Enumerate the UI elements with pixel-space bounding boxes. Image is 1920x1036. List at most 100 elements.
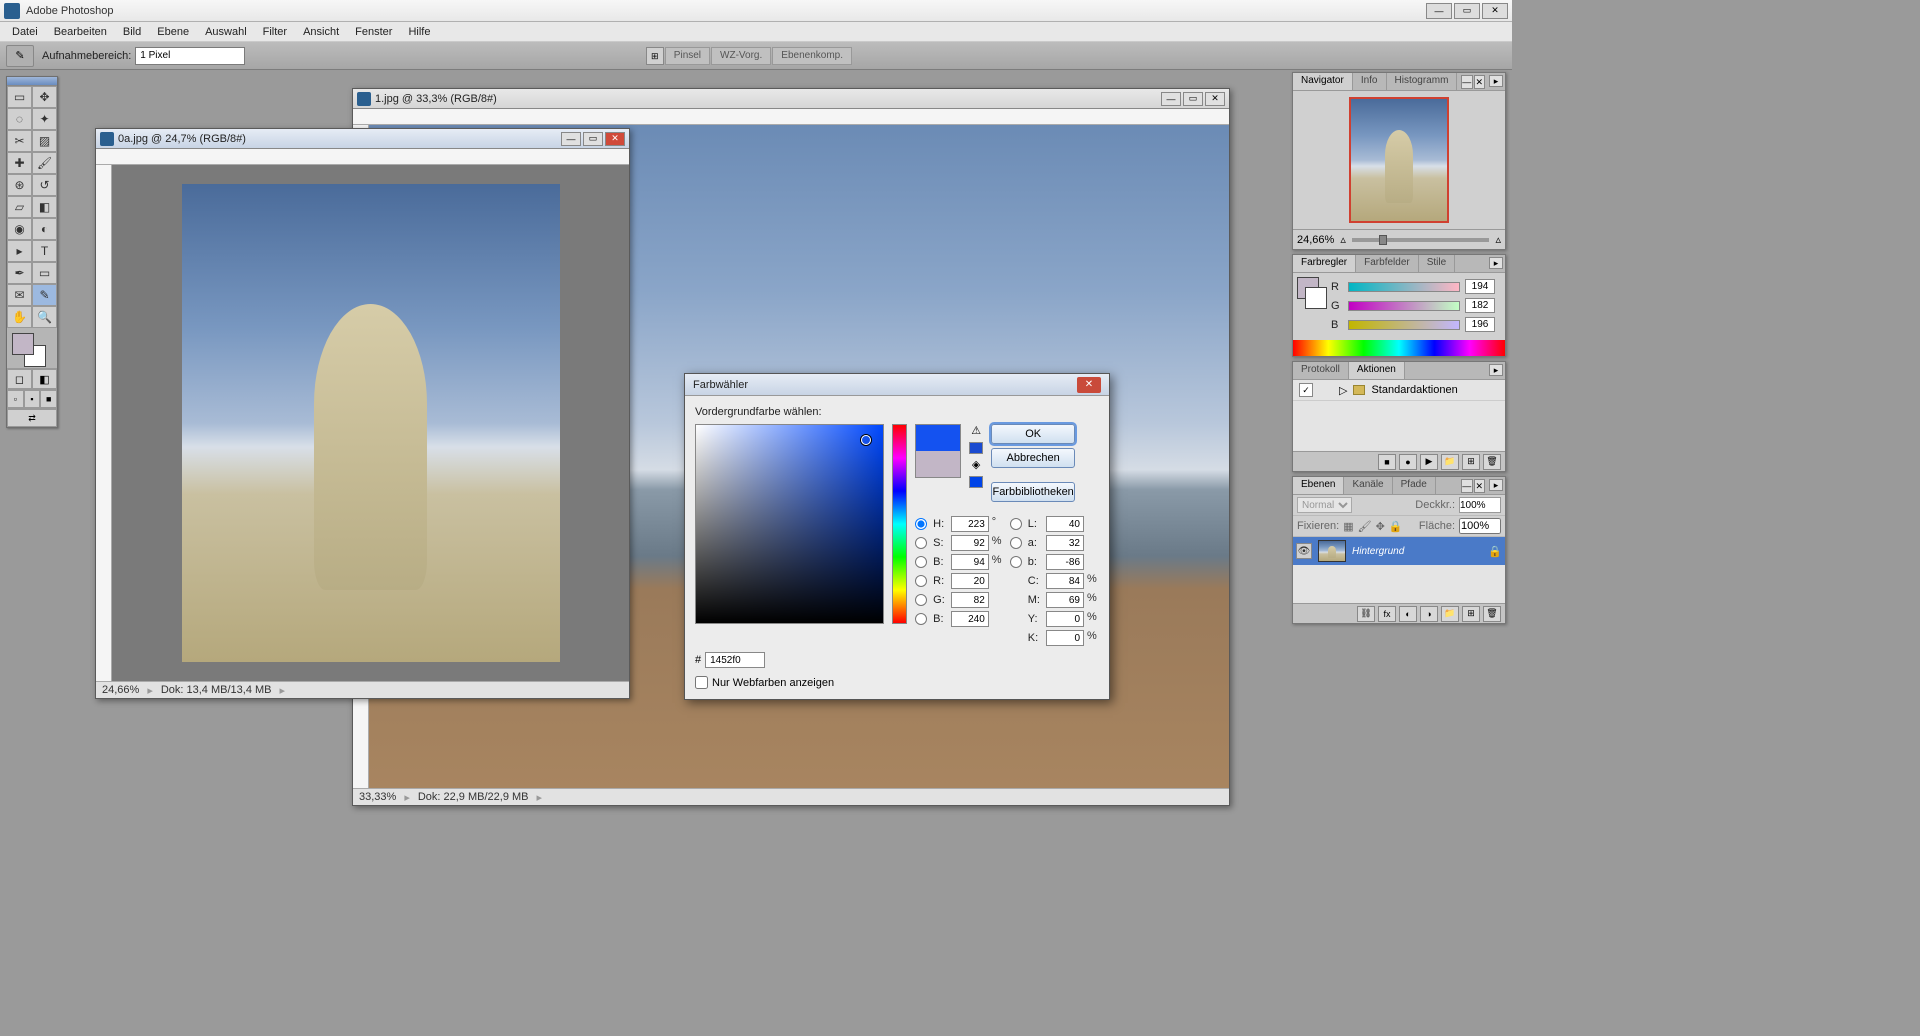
- saturation-value-field[interactable]: [695, 424, 884, 624]
- new-color-swatch[interactable]: [916, 425, 960, 451]
- jump-to-imageready[interactable]: ⇄: [7, 409, 57, 427]
- close-button[interactable]: ✕: [1482, 3, 1508, 19]
- standard-mode-button[interactable]: ◻: [7, 369, 32, 389]
- hue-cursor[interactable]: [889, 503, 913, 511]
- slider-thumb[interactable]: [1379, 235, 1387, 245]
- lab-l-radio[interactable]: [1010, 518, 1022, 530]
- menu-bearbeiten[interactable]: Bearbeiten: [46, 24, 115, 40]
- panel-menu-button[interactable]: ▸: [1489, 364, 1503, 376]
- panel-menu-button[interactable]: ▸: [1489, 479, 1503, 491]
- panel-menu-button[interactable]: ▸: [1489, 257, 1503, 269]
- stop-button[interactable]: ■: [1378, 454, 1396, 470]
- satval-cursor[interactable]: [861, 435, 871, 445]
- zoom-out-icon[interactable]: ▵: [1340, 233, 1346, 246]
- navigator-thumbnail[interactable]: [1349, 97, 1449, 223]
- shape-tool[interactable]: ▭: [32, 262, 57, 284]
- tab-farbregler[interactable]: Farbregler: [1293, 255, 1356, 272]
- zoom-tool[interactable]: 🔍: [32, 306, 57, 328]
- panel-close-button[interactable]: ✕: [1474, 479, 1486, 493]
- tab-pfade[interactable]: Pfade: [1393, 477, 1436, 494]
- well-toggle-icon[interactable]: ⊞: [646, 47, 664, 65]
- menu-filter[interactable]: Filter: [255, 24, 295, 40]
- cancel-button[interactable]: Abbrechen: [991, 448, 1075, 468]
- blur-tool[interactable]: ◉: [7, 218, 32, 240]
- heal-tool[interactable]: ✚: [7, 152, 32, 174]
- ruler-vertical[interactable]: [96, 165, 112, 681]
- eyedropper-tool[interactable]: ✎: [32, 284, 57, 306]
- hand-tool[interactable]: ✋: [7, 306, 32, 328]
- lock-all-icon[interactable]: 🔒: [1389, 520, 1403, 533]
- stamp-tool[interactable]: ⊛: [7, 174, 32, 196]
- new-action-button[interactable]: ⊞: [1462, 454, 1480, 470]
- r-input[interactable]: [951, 573, 989, 589]
- tab-info[interactable]: Info: [1353, 73, 1387, 90]
- hue-slider[interactable]: [892, 424, 907, 624]
- tab-ebenen[interactable]: Ebenen: [1293, 477, 1344, 494]
- document-titlebar-main[interactable]: 1.jpg @ 33,3% (RGB/8#) — ▭ ✕: [353, 89, 1229, 109]
- hsb-b-radio[interactable]: [915, 556, 927, 568]
- gamut-color-swatch[interactable]: [969, 442, 983, 454]
- well-tab-pinsel[interactable]: Pinsel: [665, 47, 710, 65]
- ruler-horizontal[interactable]: [353, 109, 1229, 125]
- menu-hilfe[interactable]: Hilfe: [400, 24, 438, 40]
- g-input[interactable]: [951, 592, 989, 608]
- path-tool[interactable]: ▸: [7, 240, 32, 262]
- lab-a-radio[interactable]: [1010, 537, 1022, 549]
- b-value[interactable]: 196: [1465, 317, 1495, 332]
- a-input[interactable]: [1046, 535, 1084, 551]
- rgb-r-radio[interactable]: [915, 575, 927, 587]
- screen-full-menus[interactable]: ▪: [24, 390, 41, 408]
- quickmask-mode-button[interactable]: ◧: [32, 369, 57, 389]
- marquee-tool[interactable]: ▭: [7, 86, 32, 108]
- brgb-input[interactable]: [951, 611, 989, 627]
- doc-zoom-front[interactable]: 24,66%: [102, 684, 139, 696]
- layer-name[interactable]: Hintergrund: [1352, 546, 1482, 557]
- wand-tool[interactable]: ✦: [32, 108, 57, 130]
- slice-tool[interactable]: ▨: [32, 130, 57, 152]
- bhsb-input[interactable]: [951, 554, 989, 570]
- menu-auswahl[interactable]: Auswahl: [197, 24, 255, 40]
- color-libraries-button[interactable]: Farbbibliotheken: [991, 482, 1075, 502]
- doc-zoom-main[interactable]: 33,33%: [359, 791, 396, 803]
- crop-tool[interactable]: ✂: [7, 130, 32, 152]
- opacity-input[interactable]: [1459, 497, 1501, 513]
- panel-menu-button[interactable]: ▸: [1489, 75, 1503, 87]
- well-tab-ebenenkomp[interactable]: Ebenenkomp.: [772, 47, 852, 65]
- hsb-s-radio[interactable]: [915, 537, 927, 549]
- doc-maximize-button[interactable]: ▭: [583, 132, 603, 146]
- r-value[interactable]: 194: [1465, 279, 1495, 294]
- zoom-in-icon[interactable]: ▵: [1495, 233, 1501, 246]
- move-tool[interactable]: ✥: [32, 86, 57, 108]
- g-value[interactable]: 182: [1465, 298, 1495, 313]
- ok-button[interactable]: OK: [991, 424, 1075, 444]
- gamut-warning-icon[interactable]: ⚠: [969, 424, 983, 438]
- g-slider[interactable]: [1348, 301, 1460, 311]
- tab-kanaele[interactable]: Kanäle: [1344, 477, 1392, 494]
- record-button[interactable]: ●: [1399, 454, 1417, 470]
- tab-navigator[interactable]: Navigator: [1293, 73, 1353, 90]
- layer-style-button[interactable]: fx: [1378, 606, 1396, 622]
- history-brush-tool[interactable]: ↺: [32, 174, 57, 196]
- websafe-warning-icon[interactable]: ◈: [969, 458, 983, 472]
- screen-normal[interactable]: ▫: [7, 390, 24, 408]
- web-only-checkbox[interactable]: [695, 676, 708, 689]
- maximize-button[interactable]: ▭: [1454, 3, 1480, 19]
- adjustment-layer-button[interactable]: ◑: [1420, 606, 1438, 622]
- doc-minimize-button[interactable]: —: [1161, 92, 1181, 106]
- brush-tool[interactable]: 🖌: [32, 152, 57, 174]
- dialog-close-button[interactable]: ✕: [1077, 377, 1101, 393]
- lab-b-radio[interactable]: [1010, 556, 1022, 568]
- websafe-color-swatch[interactable]: [969, 476, 983, 488]
- panel-minimize-button[interactable]: —: [1461, 75, 1473, 89]
- new-layer-button[interactable]: ⊞: [1462, 606, 1480, 622]
- play-button[interactable]: ▶: [1420, 454, 1438, 470]
- r-slider[interactable]: [1348, 282, 1460, 292]
- panel-minimize-button[interactable]: —: [1461, 479, 1473, 493]
- c-input[interactable]: [1046, 573, 1084, 589]
- tab-aktionen[interactable]: Aktionen: [1349, 362, 1405, 379]
- tab-farbfelder[interactable]: Farbfelder: [1356, 255, 1419, 272]
- tab-protokoll[interactable]: Protokoll: [1293, 362, 1349, 379]
- blend-mode-select[interactable]: Normal: [1297, 497, 1352, 513]
- eyedropper-tool-icon[interactable]: ✎: [6, 45, 34, 67]
- k-input[interactable]: [1046, 630, 1084, 646]
